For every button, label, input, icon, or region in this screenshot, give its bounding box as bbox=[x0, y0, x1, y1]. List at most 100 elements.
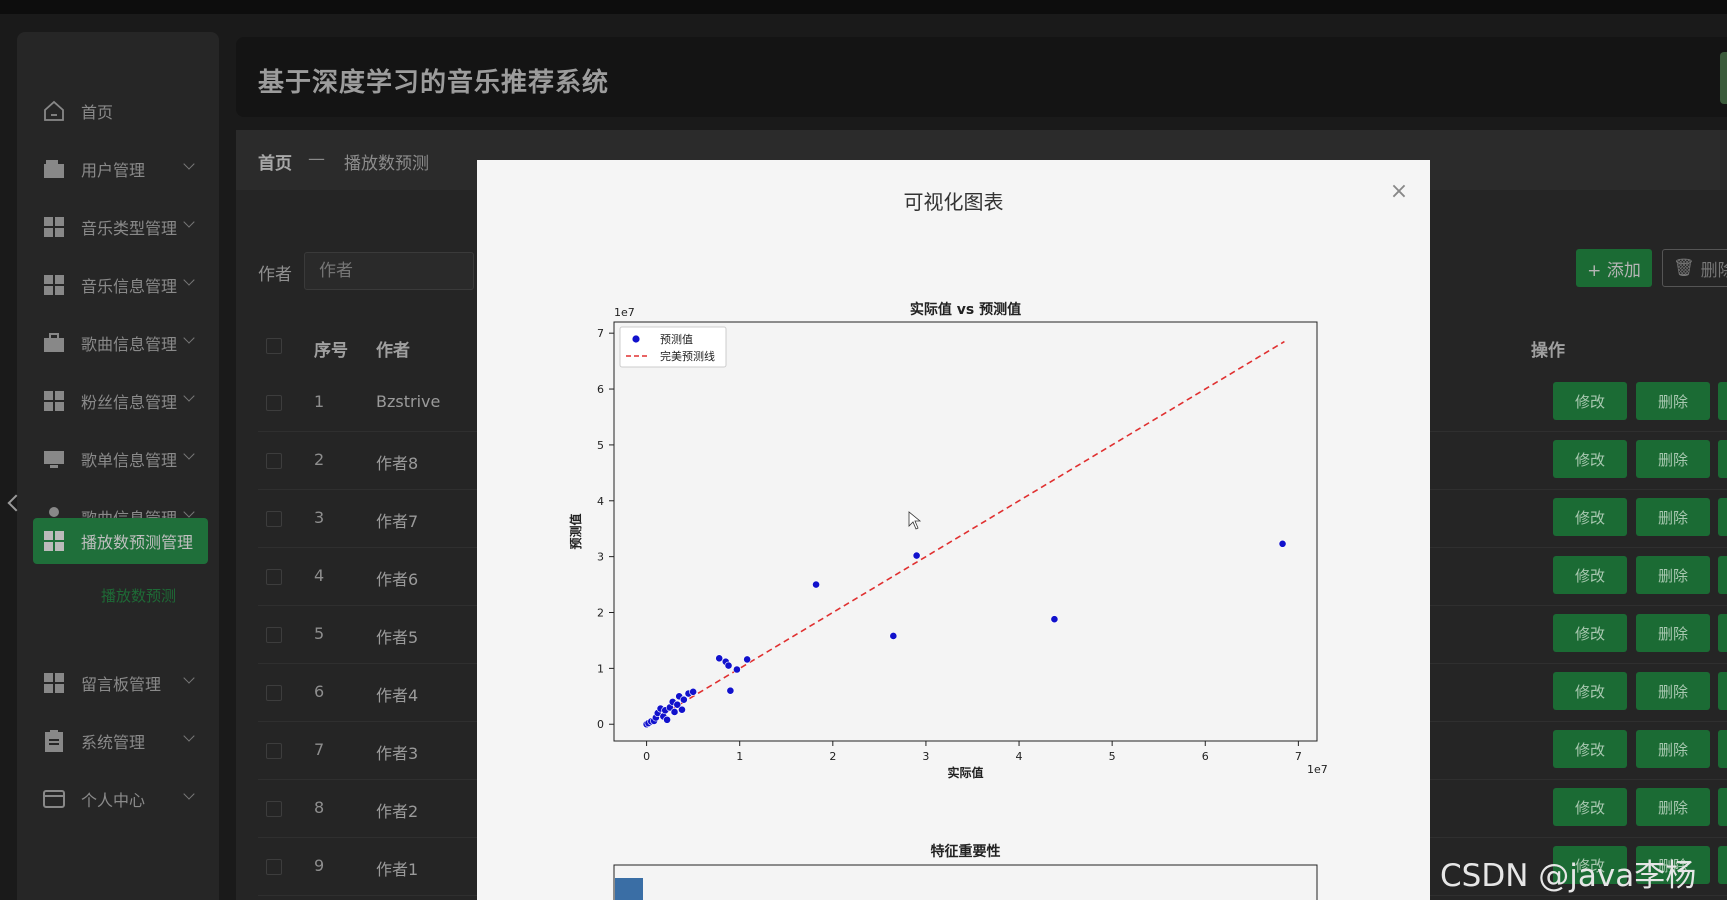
breadcrumb-home[interactable]: 首页 bbox=[258, 149, 292, 174]
data-point bbox=[678, 705, 686, 714]
row-checkbox[interactable] bbox=[266, 627, 282, 643]
x-tick-label: 4 bbox=[1016, 750, 1023, 763]
row-author: 作者2 bbox=[376, 802, 419, 821]
feature-bar bbox=[615, 878, 643, 900]
column-header-ops: 操作 bbox=[1531, 341, 1565, 361]
sidebar-item-label: 音乐信息管理 bbox=[81, 277, 178, 296]
more-button[interactable] bbox=[1718, 614, 1727, 652]
y-axis-label: 预测值 bbox=[568, 513, 583, 549]
edit-button[interactable]: 修改 bbox=[1553, 498, 1627, 536]
sidebar-item-message-board[interactable]: 留言板管理 bbox=[17, 660, 219, 706]
delete-button[interactable]: 删除 bbox=[1636, 382, 1710, 420]
more-button[interactable] bbox=[1718, 382, 1727, 420]
legend-label-perfect: 完美预测线 bbox=[660, 349, 715, 363]
edit-button[interactable]: 修改 bbox=[1553, 440, 1627, 478]
sidebar-item-fans[interactable]: 粉丝信息管理 bbox=[17, 378, 219, 424]
batch-delete-label: 删除 bbox=[1700, 260, 1727, 281]
edit-button[interactable]: 修改 bbox=[1553, 672, 1627, 710]
x-scale-label: 1e7 bbox=[1307, 763, 1328, 776]
add-button[interactable]: + 添加 bbox=[1576, 249, 1652, 287]
sidebar-item-users[interactable]: 用户管理 bbox=[17, 146, 219, 192]
edit-button[interactable]: 修改 bbox=[1553, 382, 1627, 420]
edit-button[interactable]: 修改 bbox=[1553, 788, 1627, 826]
batch-delete-button[interactable]: 🗑 删除 bbox=[1662, 249, 1727, 287]
sidebar-item-playlist[interactable]: 歌单信息管理 bbox=[17, 436, 219, 482]
row-checkbox[interactable] bbox=[266, 801, 282, 817]
sidebar-item-music-info[interactable]: 音乐信息管理 bbox=[17, 262, 219, 308]
sidebar-item-label: 音乐类型管理 bbox=[81, 219, 178, 238]
trash-icon: 🗑 bbox=[1673, 258, 1695, 278]
row-author: 作者6 bbox=[376, 570, 419, 589]
clipboard-icon bbox=[41, 729, 67, 753]
grid-icon bbox=[41, 671, 67, 695]
more-button[interactable] bbox=[1718, 730, 1727, 768]
chevron-down-icon bbox=[183, 390, 195, 402]
edit-button[interactable]: 修改 bbox=[1553, 730, 1627, 768]
sidebar-subitem-play-prediction[interactable]: 播放数预测 bbox=[101, 585, 176, 606]
row-index: 2 bbox=[314, 450, 325, 469]
grid-icon bbox=[41, 273, 67, 297]
x-tick-label: 6 bbox=[1202, 750, 1209, 763]
row-author: 作者5 bbox=[376, 628, 419, 647]
delete-button[interactable]: 删除 bbox=[1636, 440, 1710, 478]
author-search-input[interactable] bbox=[304, 252, 474, 290]
more-button[interactable] bbox=[1718, 498, 1727, 536]
app-title: 基于深度学习的音乐推荐系统 bbox=[258, 68, 610, 98]
breadcrumb-current: 播放数预测 bbox=[344, 154, 429, 174]
data-point bbox=[715, 654, 724, 663]
more-button[interactable] bbox=[1718, 788, 1727, 826]
breadcrumb-separator: — bbox=[308, 149, 325, 169]
sidebar-item-play-prediction[interactable]: 播放数预测管理 bbox=[33, 518, 208, 564]
delete-button[interactable]: 删除 bbox=[1636, 498, 1710, 536]
row-author: 作者7 bbox=[376, 512, 419, 531]
data-point bbox=[670, 708, 679, 716]
sidebar-item-music-type[interactable]: 音乐类型管理 bbox=[17, 204, 219, 250]
chevron-down-icon bbox=[183, 158, 195, 170]
avatar[interactable] bbox=[1720, 52, 1727, 104]
delete-button[interactable]: 删除 bbox=[1636, 730, 1710, 768]
column-header-index: 序号 bbox=[314, 341, 348, 361]
y-tick-label: 7 bbox=[597, 327, 604, 340]
grid-icon bbox=[41, 215, 67, 239]
row-checkbox[interactable] bbox=[266, 511, 282, 527]
sidebar-item-label: 首页 bbox=[81, 103, 114, 122]
more-button[interactable] bbox=[1718, 556, 1727, 594]
y-tick-label: 1 bbox=[597, 662, 604, 675]
edit-button[interactable]: 修改 bbox=[1553, 614, 1627, 652]
sidebar-item-label: 系统管理 bbox=[81, 733, 146, 752]
row-checkbox[interactable] bbox=[266, 743, 282, 759]
row-index: 8 bbox=[314, 798, 325, 817]
chevron-down-icon bbox=[183, 730, 195, 742]
data-point bbox=[812, 580, 820, 589]
y-tick-label: 0 bbox=[597, 718, 604, 731]
grid-icon bbox=[41, 529, 67, 553]
y-tick-label: 2 bbox=[597, 607, 604, 620]
chevron-down-icon bbox=[183, 216, 195, 228]
select-all-checkbox[interactable] bbox=[266, 338, 282, 354]
more-button[interactable] bbox=[1718, 672, 1727, 710]
sidebar-item-home[interactable]: 首页 bbox=[17, 88, 219, 134]
x-tick-label: 5 bbox=[1109, 750, 1116, 763]
monitor-icon bbox=[41, 447, 67, 471]
edit-button[interactable]: 修改 bbox=[1553, 556, 1627, 594]
row-checkbox[interactable] bbox=[266, 453, 282, 469]
sidebar-item-system[interactable]: 系统管理 bbox=[17, 718, 219, 764]
legend-marker-predicted bbox=[632, 335, 640, 343]
delete-button[interactable]: 删除 bbox=[1636, 556, 1710, 594]
sidebar-item-label: 用户管理 bbox=[81, 161, 146, 180]
x-tick-label: 2 bbox=[829, 750, 836, 763]
row-checkbox[interactable] bbox=[266, 569, 282, 585]
row-checkbox[interactable] bbox=[266, 685, 282, 701]
row-checkbox[interactable] bbox=[266, 395, 282, 411]
more-button[interactable] bbox=[1718, 440, 1727, 478]
sidebar-item-song-info[interactable]: 歌曲信息管理 bbox=[17, 320, 219, 366]
row-checkbox[interactable] bbox=[266, 859, 282, 875]
row-index: 4 bbox=[314, 566, 325, 585]
delete-button[interactable]: 删除 bbox=[1636, 672, 1710, 710]
delete-button[interactable]: 删除 bbox=[1636, 614, 1710, 652]
delete-button[interactable]: 删除 bbox=[1636, 788, 1710, 826]
column-header-author[interactable]: 作者 bbox=[376, 336, 410, 361]
sidebar-item-profile[interactable]: 个人中心 bbox=[17, 776, 219, 822]
chevron-down-icon bbox=[183, 672, 195, 684]
scatter-chart: 实际值 vs 预测值0 1 2 3 4 5 6 7012345671e71e7实际值预测值预测… bbox=[568, 301, 1328, 900]
